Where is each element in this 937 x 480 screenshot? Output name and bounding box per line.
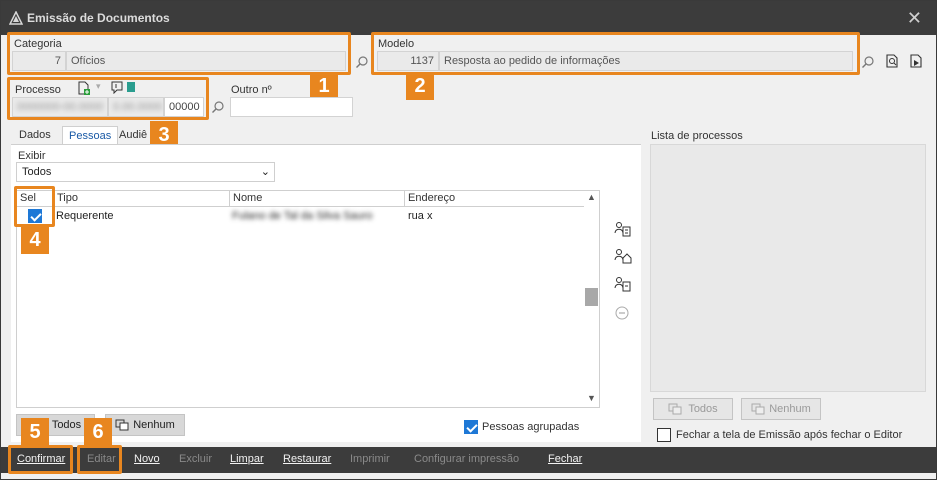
callout-frame-1 — [7, 32, 351, 75]
callout-frame-6 — [77, 445, 122, 474]
footer-bar: Confirmar Editar Novo Excluir Limpar Res… — [1, 447, 936, 473]
processo-search-icon[interactable] — [211, 100, 225, 114]
window-title: Emissão de Documentos — [27, 11, 170, 25]
chevron-down-icon: ⌄ — [260, 166, 270, 178]
fechar-tela-label: Fechar a tela de Emissão após fechar o E… — [676, 429, 903, 441]
fechar-tela-checkbox[interactable] — [657, 428, 671, 442]
callout-frame-2 — [371, 32, 860, 75]
callout-frame-4 — [14, 186, 55, 227]
callout-frame-3a — [7, 77, 209, 120]
tab-dados[interactable]: Dados — [13, 126, 57, 146]
title-bar: Emissão de Documentos ✕ — [1, 1, 936, 35]
outro-numero-field[interactable] — [230, 97, 353, 117]
fechar-button[interactable]: Fechar — [548, 453, 582, 465]
tab-audiencias[interactable]: Audiê — [113, 126, 153, 146]
scroll-down-icon[interactable]: ▼ — [587, 393, 596, 403]
scroll-thumb[interactable] — [585, 288, 598, 306]
novo-button[interactable]: Novo — [134, 453, 160, 465]
grid-scrollbar[interactable]: ▲ ▼ — [584, 191, 599, 407]
modelo-search-icon[interactable] — [861, 55, 875, 69]
callout-badge-4: 4 — [21, 226, 49, 254]
select-none-button[interactable]: Nenhum — [105, 414, 185, 436]
scroll-up-icon[interactable]: ▲ — [587, 192, 596, 202]
pessoas-agrupadas-checkbox[interactable] — [464, 420, 478, 434]
excluir-button[interactable]: Excluir — [179, 453, 212, 465]
add-address-icon[interactable] — [614, 248, 632, 264]
app-logo-icon — [9, 11, 23, 25]
emissao-window: Emissão de Documentos ✕ Categoria 7 Ofíc… — [0, 0, 937, 480]
lista-todos-button[interactable]: Todos — [653, 398, 733, 420]
col-endereco-header[interactable]: Endereço — [405, 191, 585, 207]
model-preview-icon[interactable] — [908, 53, 924, 69]
outro-label: Outro nº — [231, 84, 272, 96]
restaurar-button[interactable]: Restaurar — [283, 453, 331, 465]
callout-badge-2: 2 — [406, 72, 434, 100]
lista-nenhum-button[interactable]: Nenhum — [741, 398, 821, 420]
add-person-icon[interactable] — [614, 221, 632, 237]
callout-badge-5: 5 — [21, 418, 49, 446]
col-tipo-header[interactable]: Tipo — [54, 191, 230, 207]
row-tipo: Requerente — [56, 210, 114, 222]
imprimir-button[interactable]: Imprimir — [350, 453, 390, 465]
model-search-document-icon[interactable] — [884, 53, 900, 69]
col-nome-header[interactable]: Nome — [230, 191, 405, 207]
pessoas-grid: Sel Tipo Nome Endereço Requerente Fulano… — [16, 190, 600, 408]
deselect-all-icon — [751, 403, 765, 415]
callout-frame-5 — [8, 445, 73, 474]
close-icon[interactable]: ✕ — [907, 8, 922, 29]
callout-badge-6: 6 — [84, 418, 112, 446]
deselect-icon — [115, 419, 129, 431]
configurar-impressao-button[interactable]: Configurar impressão — [414, 453, 519, 465]
categoria-search-icon[interactable] — [355, 55, 369, 69]
remove-icon[interactable] — [614, 305, 632, 321]
lista-processos-label: Lista de processos — [651, 130, 743, 142]
select-all-icon — [668, 403, 682, 415]
lista-processos-list[interactable] — [650, 144, 926, 392]
pessoas-agrupadas-label: Pessoas agrupadas — [482, 421, 580, 433]
edit-person-icon[interactable] — [614, 276, 632, 292]
limpar-button[interactable]: Limpar — [230, 453, 264, 465]
callout-badge-1: 1 — [310, 72, 338, 100]
exibir-label: Exibir — [18, 150, 46, 162]
tab-pessoas[interactable]: Pessoas — [62, 126, 119, 146]
exibir-select[interactable]: Todos ⌄ — [16, 162, 275, 182]
exibir-value: Todos — [22, 166, 52, 178]
row-nome: Fulano de Tal da Silva Sauro — [232, 210, 373, 222]
row-endereco: rua x — [408, 210, 433, 222]
